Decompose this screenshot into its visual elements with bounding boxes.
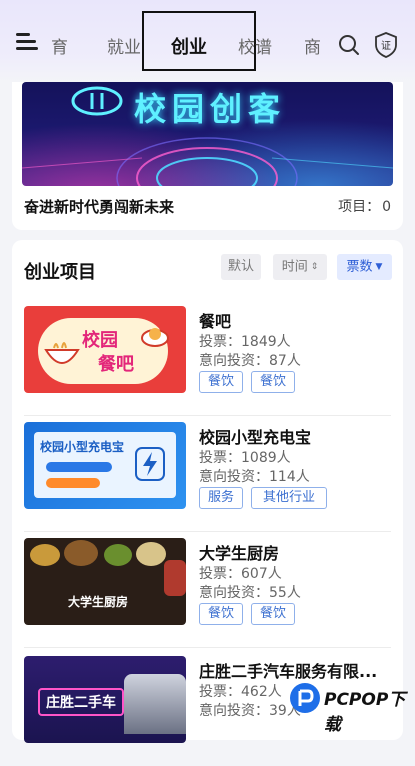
project-tag[interactable]: 餐饮: [199, 603, 243, 625]
thumb-text: 校园: [82, 330, 118, 351]
watermark-text: PCPOP下载: [324, 690, 406, 735]
cert-icon-label: 证: [381, 40, 391, 52]
project-tag[interactable]: 其他行业: [251, 487, 327, 509]
thumb-text: 校园小型充电宝: [40, 440, 125, 454]
banner-decoration: [22, 137, 393, 186]
project-thumbnail[interactable]: 庄胜二手车: [24, 656, 186, 743]
food-bowl: [136, 542, 166, 566]
section-title: 创业项目: [24, 262, 96, 283]
project-item[interactable]: 校园小型充电宝 校园小型充电宝 投票：1089人 意向投资：114人 服务 其他…: [24, 422, 391, 532]
sort-arrows-icon: ⇕: [310, 262, 319, 272]
divider: [24, 415, 391, 416]
top-nav: 育 就业 创业 校谱 商 证: [0, 0, 415, 82]
project-thumbnail[interactable]: 校园小型充电宝: [24, 422, 186, 509]
project-votes: 投票：607人: [199, 566, 282, 582]
sort-time-label: 时间: [281, 259, 308, 275]
project-tag[interactable]: 餐饮: [251, 371, 295, 393]
dish-icon: [141, 328, 169, 347]
project-votes: 投票：1089人: [199, 450, 291, 466]
sort-default-label: 默认: [227, 259, 254, 274]
project-name[interactable]: 庄胜二手汽车服务有限...: [199, 658, 377, 682]
certificate-icon[interactable]: 证: [374, 32, 398, 58]
campus-maker-logo-icon: [71, 86, 123, 116]
sort-time-button[interactable]: 时间 ⇕: [273, 254, 327, 280]
project-thumbnail[interactable]: 大学生厨房: [24, 538, 186, 625]
divider: [24, 647, 391, 648]
project-name[interactable]: 餐吧: [199, 308, 231, 332]
project-item[interactable]: 校园 餐吧 餐吧 投票：1849人 意向投资：87人 餐饮 餐饮: [24, 306, 391, 416]
food-bowl: [164, 560, 186, 596]
project-name[interactable]: 大学生厨房: [199, 540, 279, 564]
sort-default-button[interactable]: 默认: [221, 254, 261, 280]
sort-votes-label: 票数: [346, 259, 373, 275]
project-votes: 投票：1849人: [199, 334, 291, 350]
thumb-text: 大学生厨房: [68, 595, 129, 609]
thumb-text: 庄胜二手车: [38, 688, 124, 716]
project-name[interactable]: 校园小型充电宝: [199, 424, 311, 448]
car-image: [124, 674, 186, 734]
banner-image[interactable]: 校园创客: [22, 82, 393, 186]
project-thumbnail[interactable]: 校园 餐吧: [24, 306, 186, 393]
project-intent: 意向投资：87人: [199, 353, 301, 369]
project-count-label: 项目：: [338, 199, 381, 215]
project-intent: 意向投资：114人: [199, 469, 310, 485]
project-votes: 投票：462人: [199, 684, 282, 700]
food-bowl: [64, 540, 98, 566]
food-bowl: [30, 544, 60, 566]
pcpop-logo-icon: [290, 683, 320, 713]
noodle-bowl-icon: [44, 342, 80, 364]
divider: [24, 531, 391, 532]
banner-card[interactable]: 校园创客 奋进新时代勇闯新未来 项目： 0: [12, 82, 403, 230]
project-list-card: 创业项目 默认 时间 ⇕ 票数 ▼ 校园 餐吧 餐吧 投票：1849人 意向投资：8…: [12, 240, 403, 743]
thumb-pill: [46, 462, 112, 472]
tab-employment[interactable]: 就业: [107, 33, 141, 58]
tab-business[interactable]: 商: [304, 33, 326, 58]
project-tag[interactable]: 餐饮: [199, 371, 243, 393]
pcpop-watermark: PCPOP下载: [286, 681, 415, 735]
thumb-text: 餐吧: [98, 354, 134, 375]
sort-down-icon: ▼: [375, 262, 383, 272]
project-tag[interactable]: 餐饮: [251, 603, 295, 625]
lightning-bolt-icon: [135, 447, 165, 481]
thumb-pill: [46, 478, 100, 488]
tab-education[interactable]: 育: [51, 33, 68, 58]
banner-title: 奋进新时代勇闯新未来: [24, 198, 175, 216]
sort-votes-button[interactable]: 票数 ▼: [337, 254, 392, 280]
banner-project-count: 项目： 0: [338, 196, 391, 216]
project-intent: 意向投资：55人: [199, 585, 301, 601]
tab-school-directory[interactable]: 校谱: [238, 33, 272, 58]
project-tag[interactable]: 服务: [199, 487, 243, 509]
menu-icon[interactable]: [16, 33, 38, 51]
tab-entrepreneurship[interactable]: 创业: [171, 33, 207, 59]
project-item[interactable]: 大学生厨房 大学生厨房 投票：607人 意向投资：55人 餐饮 餐饮: [24, 538, 391, 648]
project-count-value: 0: [382, 199, 391, 215]
search-icon[interactable]: [338, 34, 360, 56]
food-bowl: [104, 544, 132, 566]
